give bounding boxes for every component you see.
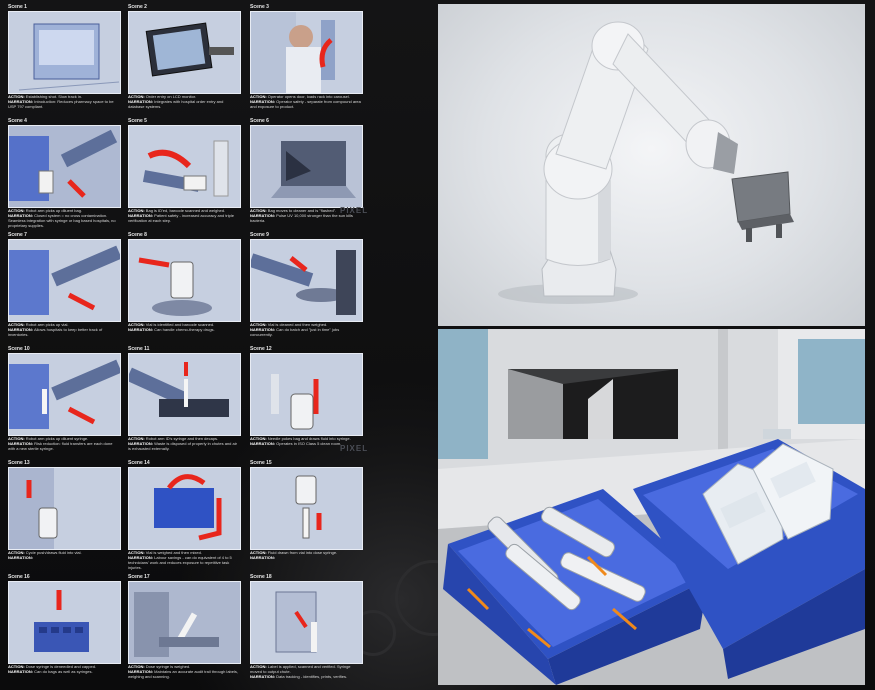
- scene-caption: ACTION: Robot arm picks up vial. NARRATIO…: [8, 322, 120, 337]
- scene-narration: NARRATION:: [250, 555, 276, 560]
- scene-sketch: [128, 581, 241, 664]
- scene-title: Scene 12: [250, 346, 272, 352]
- scene-title: Scene 16: [8, 574, 30, 580]
- scene-caption: ACTION: Bag is ID'ed, barcode scanned an…: [128, 208, 240, 223]
- scene-caption: ACTION: Dose syringe is deneedled and ca…: [8, 664, 120, 674]
- storyboard-scene: Scene 1 ACTION: Establishing shot. Slow t…: [6, 4, 121, 116]
- scene-caption: ACTION: Cycle push/draws fluid into vial…: [8, 550, 120, 560]
- scene-narration: NARRATION: Patient safety - increased ac…: [128, 213, 234, 223]
- scene-caption: ACTION: Vial is weighed and then mixed. N…: [128, 550, 240, 570]
- scene-title: Scene 5: [128, 118, 147, 124]
- scene-sketch: [8, 467, 121, 550]
- watermark: PIXEL: [340, 206, 369, 215]
- robot-arm-illustration: [498, 21, 794, 304]
- scene-sketch: [128, 353, 241, 436]
- scene-caption: ACTION: Robot arm picks up diluent bag. N…: [8, 208, 120, 228]
- scene-narration: NARRATION: Can handle chemo-therapy drug…: [128, 327, 215, 332]
- scene-title: Scene 13: [8, 460, 30, 466]
- scene-narration: NARRATION: Data tracking - identifies, p…: [250, 674, 348, 679]
- storyboard-scene: Scene 17 ACTION: Dose syringe is weighed.…: [126, 574, 241, 686]
- scene-title: Scene 2: [128, 4, 147, 10]
- storyboard-scene: Scene 11 ACTION: Robot arm ID's syringe a…: [126, 346, 241, 458]
- storyboard-scene: Scene 13 ACTION: Cycle push/draws fluid i…: [6, 460, 121, 572]
- scene-sketch: [128, 467, 241, 550]
- scene-caption: ACTION: Operator opens door, loads rack …: [250, 94, 362, 109]
- scene-sketch: [128, 11, 241, 94]
- scene-title: Scene 17: [128, 574, 150, 580]
- storyboard-scene: Scene 16 ACTION: Dose syringe is deneedle…: [6, 574, 121, 686]
- scene-narration: NARRATION: Integrates with hospital orde…: [128, 99, 224, 109]
- scene-title: Scene 18: [250, 574, 272, 580]
- scene-narration: NARRATION: Introduction: Reduces pharmac…: [8, 99, 114, 109]
- scene-sketch: [8, 239, 121, 322]
- scene-narration: NARRATION: Waste is disposed of properly…: [128, 441, 237, 451]
- scene-sketch: [250, 11, 363, 94]
- scene-caption: ACTION: Robot arm ID's syringe and then …: [128, 436, 240, 451]
- storyboard-scene: Scene 3 ACTION: Operator opens door, load…: [248, 4, 363, 116]
- scene-caption: ACTION: Establishing shot. Slow track in…: [8, 94, 120, 109]
- scene-title: Scene 9: [250, 232, 269, 238]
- watermark: PIXEL: [340, 444, 369, 453]
- scene-caption: ACTION: Vial is cleaned and then weighed…: [250, 322, 362, 337]
- scene-title: Scene 4: [8, 118, 27, 124]
- scene-narration: NARRATION: Can do bags as well as syring…: [8, 669, 93, 674]
- scene-narration: NARRATION: Labour savings - can do equiv…: [128, 555, 232, 570]
- scene-narration: NARRATION: Closed system = no cross cont…: [8, 213, 116, 228]
- scene-sketch: [8, 125, 121, 208]
- supply-bins-render: [438, 329, 865, 685]
- scene-sketch: [250, 581, 363, 664]
- storyboard-scene: Scene 14 ACTION: Vial is weighed and then…: [126, 460, 241, 572]
- storyboard-scene: Scene 2 ACTION: Order entry on LCD monito…: [126, 4, 241, 116]
- scene-caption: ACTION: Dose syringe is weighed. NARRATIO…: [128, 664, 240, 679]
- scene-sketch: [128, 125, 241, 208]
- storyboard-scene: Scene 15 ACTION: Fluid drawn from vial in…: [248, 460, 363, 572]
- storyboard-scene: Scene 4 ACTION: Robot arm picks up diluen…: [6, 118, 121, 230]
- scene-sketch: [250, 467, 363, 550]
- storyboard: Scene 1 ACTION: Establishing shot. Slow t…: [6, 4, 366, 688]
- scene-sketch: [8, 581, 121, 664]
- scene-title: Scene 6: [250, 118, 269, 124]
- scene-caption: ACTION: Label is applied, scanned and ve…: [250, 664, 362, 679]
- scene-title: Scene 15: [250, 460, 272, 466]
- robot-arm-render: [438, 4, 865, 326]
- scene-title: Scene 14: [128, 460, 150, 466]
- scene-title: Scene 7: [8, 232, 27, 238]
- scene-title: Scene 1: [8, 4, 27, 10]
- scene-sketch: [8, 353, 121, 436]
- scene-sketch: [250, 239, 363, 322]
- storyboard-scene: Scene 10 ACTION: Robot arm picks up dilue…: [6, 346, 121, 458]
- scene-title: Scene 3: [250, 4, 269, 10]
- bins-illustration: [438, 329, 865, 685]
- scene-narration: NARRATION: Operator safety - separate fr…: [250, 99, 361, 109]
- scene-narration: NARRATION: Allows hospitals to keep bett…: [8, 327, 103, 337]
- scene-action: ACTION: Label is applied, scanned and ve…: [250, 664, 351, 674]
- scene-sketch: [128, 239, 241, 322]
- storyboard-scene: Scene 18 ACTION: Label is applied, scanne…: [248, 574, 363, 686]
- storyboard-scene: Scene 8 ACTION: Vial is identified and ba…: [126, 232, 241, 344]
- scene-caption: ACTION: Fluid drawn from vial into dose …: [250, 550, 362, 560]
- scene-narration: NARRATION: Maintains an accurate audit t…: [128, 669, 238, 679]
- scene-caption: ACTION: Vial is identified and barcode s…: [128, 322, 240, 332]
- storyboard-scene: Scene 5 ACTION: Bag is ID'ed, barcode sca…: [126, 118, 241, 230]
- scene-narration: NARRATION:: [8, 555, 34, 560]
- scene-narration: NARRATION: Can do batch and "just in tim…: [250, 327, 340, 337]
- scene-caption: ACTION: Order entry on LCD monitor. NARRA…: [128, 94, 240, 109]
- storyboard-scene: Scene 9 ACTION: Vial is cleaned and then …: [248, 232, 363, 344]
- scene-narration: NARRATION: Risk reduction: fluid transfe…: [8, 441, 113, 451]
- scene-sketch: [250, 353, 363, 436]
- scene-sketch: [8, 11, 121, 94]
- storyboard-scene: Scene 12 ACTION: Needle pokes bag and dra…: [248, 346, 363, 458]
- scene-title: Scene 11: [128, 346, 150, 352]
- scene-title: Scene 8: [128, 232, 147, 238]
- scene-title: Scene 10: [8, 346, 30, 352]
- scene-sketch: [250, 125, 363, 208]
- storyboard-scene: Scene 7 ACTION: Robot arm picks up vial. N…: [6, 232, 121, 344]
- scene-caption: ACTION: Robot arm picks up diluent syrin…: [8, 436, 120, 451]
